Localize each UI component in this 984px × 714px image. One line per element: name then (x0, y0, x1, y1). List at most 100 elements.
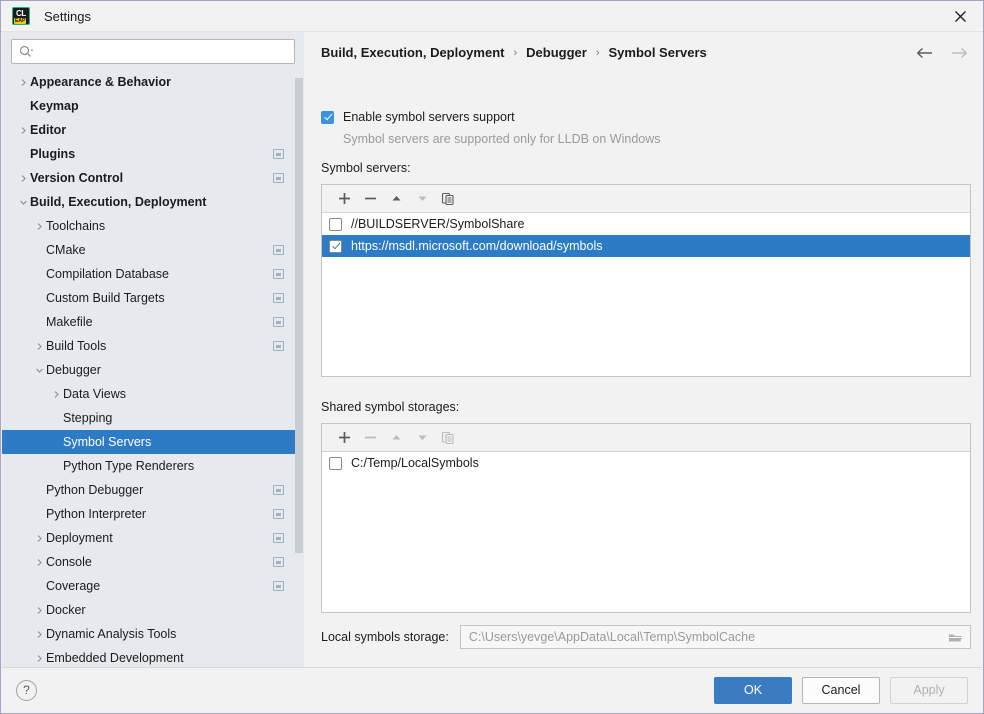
sidebar-item-appearance-behavior[interactable]: Appearance & Behavior (2, 70, 295, 94)
sidebar-scrollbar-thumb[interactable] (295, 78, 303, 553)
sidebar-item-build-tools[interactable]: Build Tools (2, 334, 295, 358)
chevron-right-icon[interactable] (32, 622, 46, 646)
chevron-down-icon[interactable] (16, 190, 30, 214)
shared-storages-toolbar (322, 424, 970, 452)
sidebar-item-label: Python Debugger (46, 483, 143, 497)
sidebar-item-python-type-renderers[interactable]: Python Type Renderers (2, 454, 295, 478)
list-item-label: //BUILDSERVER/SymbolShare (351, 217, 524, 231)
enable-symbol-servers-checkbox[interactable] (321, 111, 334, 124)
sidebar-item-label: Custom Build Targets (46, 291, 165, 305)
module-scope-icon (273, 533, 284, 543)
cancel-button[interactable]: Cancel (802, 677, 880, 704)
sidebar-item-label: Build Tools (46, 339, 106, 353)
sidebar-item-toolchains[interactable]: Toolchains (2, 214, 295, 238)
chevron-right-icon[interactable] (32, 526, 46, 550)
arrow-left-icon[interactable] (915, 43, 935, 63)
copy-icon[interactable] (435, 186, 461, 212)
sidebar-item-data-views[interactable]: Data Views (2, 382, 295, 406)
symbol-servers-list[interactable]: //BUILDSERVER/SymbolShare https://msdl.mi… (322, 213, 970, 257)
sidebar-item-keymap[interactable]: Keymap (2, 94, 295, 118)
shared-storages-list[interactable]: C:/Temp/LocalSymbols (322, 452, 970, 474)
breadcrumb-item[interactable]: Build, Execution, Deployment (321, 45, 504, 60)
sidebar-item-plugins[interactable]: Plugins (2, 142, 295, 166)
add-icon[interactable] (331, 425, 357, 451)
symbol-servers-panel: //BUILDSERVER/SymbolShare https://msdl.mi… (321, 184, 971, 377)
sidebar-item-label: Symbol Servers (63, 435, 151, 449)
move-down-icon (409, 425, 435, 451)
sidebar-item-label: Toolchains (46, 219, 105, 233)
chevron-right-icon[interactable] (32, 550, 46, 574)
breadcrumb-item[interactable]: Debugger (526, 45, 587, 60)
module-scope-icon (273, 269, 284, 279)
chevron-right-icon[interactable] (32, 598, 46, 622)
window-title: Settings (44, 9, 91, 24)
chevron-right-icon[interactable] (16, 70, 30, 94)
dialog-footer: ? OK Cancel Apply (2, 667, 982, 712)
list-item-label: https://msdl.microsoft.com/download/symb… (351, 239, 602, 253)
ok-button[interactable]: OK (714, 677, 792, 704)
sidebar-item-python-debugger[interactable]: Python Debugger (2, 478, 295, 502)
sidebar-item-label: Deployment (46, 531, 113, 545)
sidebar-item-docker[interactable]: Docker (2, 598, 295, 622)
move-up-icon[interactable] (383, 186, 409, 212)
sidebar-item-cmake[interactable]: CMake (2, 238, 295, 262)
remove-icon (357, 425, 383, 451)
sidebar-item-label: Docker (46, 603, 86, 617)
main-panel: Build, Execution, Deployment›Debugger›Sy… (304, 32, 983, 669)
folder-icon[interactable] (948, 631, 963, 647)
search-icon (19, 45, 34, 58)
sidebar-item-dynamic-analysis-tools[interactable]: Dynamic Analysis Tools (2, 622, 295, 646)
sidebar-item-label: Embedded Development (46, 651, 184, 665)
symbol-servers-hint: Symbol servers are supported only for LL… (343, 132, 661, 146)
sidebar-item-label: Debugger (46, 363, 101, 377)
breadcrumb: Build, Execution, Deployment›Debugger›Sy… (321, 45, 707, 60)
local-storage-field[interactable]: C:\Users\yevge\AppData\Local\Temp\Symbol… (460, 625, 971, 649)
breadcrumb-item: Symbol Servers (608, 45, 706, 60)
help-button[interactable]: ? (16, 680, 37, 701)
sidebar-item-build-execution-deployment[interactable]: Build, Execution, Deployment (2, 190, 295, 214)
sidebar-item-coverage[interactable]: Coverage (2, 574, 295, 598)
sidebar-item-version-control[interactable]: Version Control (2, 166, 295, 190)
sidebar-item-debugger[interactable]: Debugger (2, 358, 295, 382)
search-box[interactable] (11, 39, 295, 64)
list-item-checkbox[interactable] (329, 218, 342, 231)
module-scope-icon (273, 557, 284, 567)
list-item-checkbox[interactable] (329, 457, 342, 470)
copy-icon (435, 425, 461, 451)
sidebar-item-makefile[interactable]: Makefile (2, 310, 295, 334)
local-storage-value: C:\Users\yevge\AppData\Local\Temp\Symbol… (469, 630, 755, 644)
chevron-down-icon[interactable] (32, 358, 46, 382)
chevron-right-icon[interactable] (32, 334, 46, 358)
chevron-right-icon[interactable] (16, 118, 30, 142)
module-scope-icon (273, 509, 284, 519)
sidebar-item-embedded-development[interactable]: Embedded Development (2, 646, 295, 668)
sidebar-item-stepping[interactable]: Stepping (2, 406, 295, 430)
search-input[interactable] (34, 40, 294, 63)
chevron-right-icon[interactable] (32, 214, 46, 238)
sidebar-item-deployment[interactable]: Deployment (2, 526, 295, 550)
list-item[interactable]: https://msdl.microsoft.com/download/symb… (322, 235, 970, 257)
sidebar-item-custom-build-targets[interactable]: Custom Build Targets (2, 286, 295, 310)
title-bar: CL EAP Settings (1, 1, 983, 32)
chevron-right-icon[interactable] (49, 382, 63, 406)
settings-tree: Appearance & BehaviorKeymapEditorPlugins… (2, 70, 304, 668)
sidebar-item-editor[interactable]: Editor (2, 118, 295, 142)
sidebar-scrollbar[interactable] (295, 70, 304, 668)
remove-icon[interactable] (357, 186, 383, 212)
add-icon[interactable] (331, 186, 357, 212)
sidebar-item-symbol-servers[interactable]: Symbol Servers (2, 430, 295, 454)
chevron-right-icon[interactable] (16, 166, 30, 190)
list-item-checkbox[interactable] (329, 240, 342, 253)
enable-symbol-servers-row[interactable]: Enable symbol servers support (321, 110, 515, 124)
sidebar-item-label: Dynamic Analysis Tools (46, 627, 176, 641)
arrow-right-icon (949, 43, 969, 63)
sidebar-item-python-interpreter[interactable]: Python Interpreter (2, 502, 295, 526)
list-item[interactable]: //BUILDSERVER/SymbolShare (322, 213, 970, 235)
list-item[interactable]: C:/Temp/LocalSymbols (322, 452, 970, 474)
close-icon[interactable] (937, 1, 983, 31)
module-scope-icon (273, 485, 284, 495)
module-scope-icon (273, 581, 284, 591)
chevron-right-icon[interactable] (32, 646, 46, 668)
sidebar-item-compilation-database[interactable]: Compilation Database (2, 262, 295, 286)
sidebar-item-console[interactable]: Console (2, 550, 295, 574)
